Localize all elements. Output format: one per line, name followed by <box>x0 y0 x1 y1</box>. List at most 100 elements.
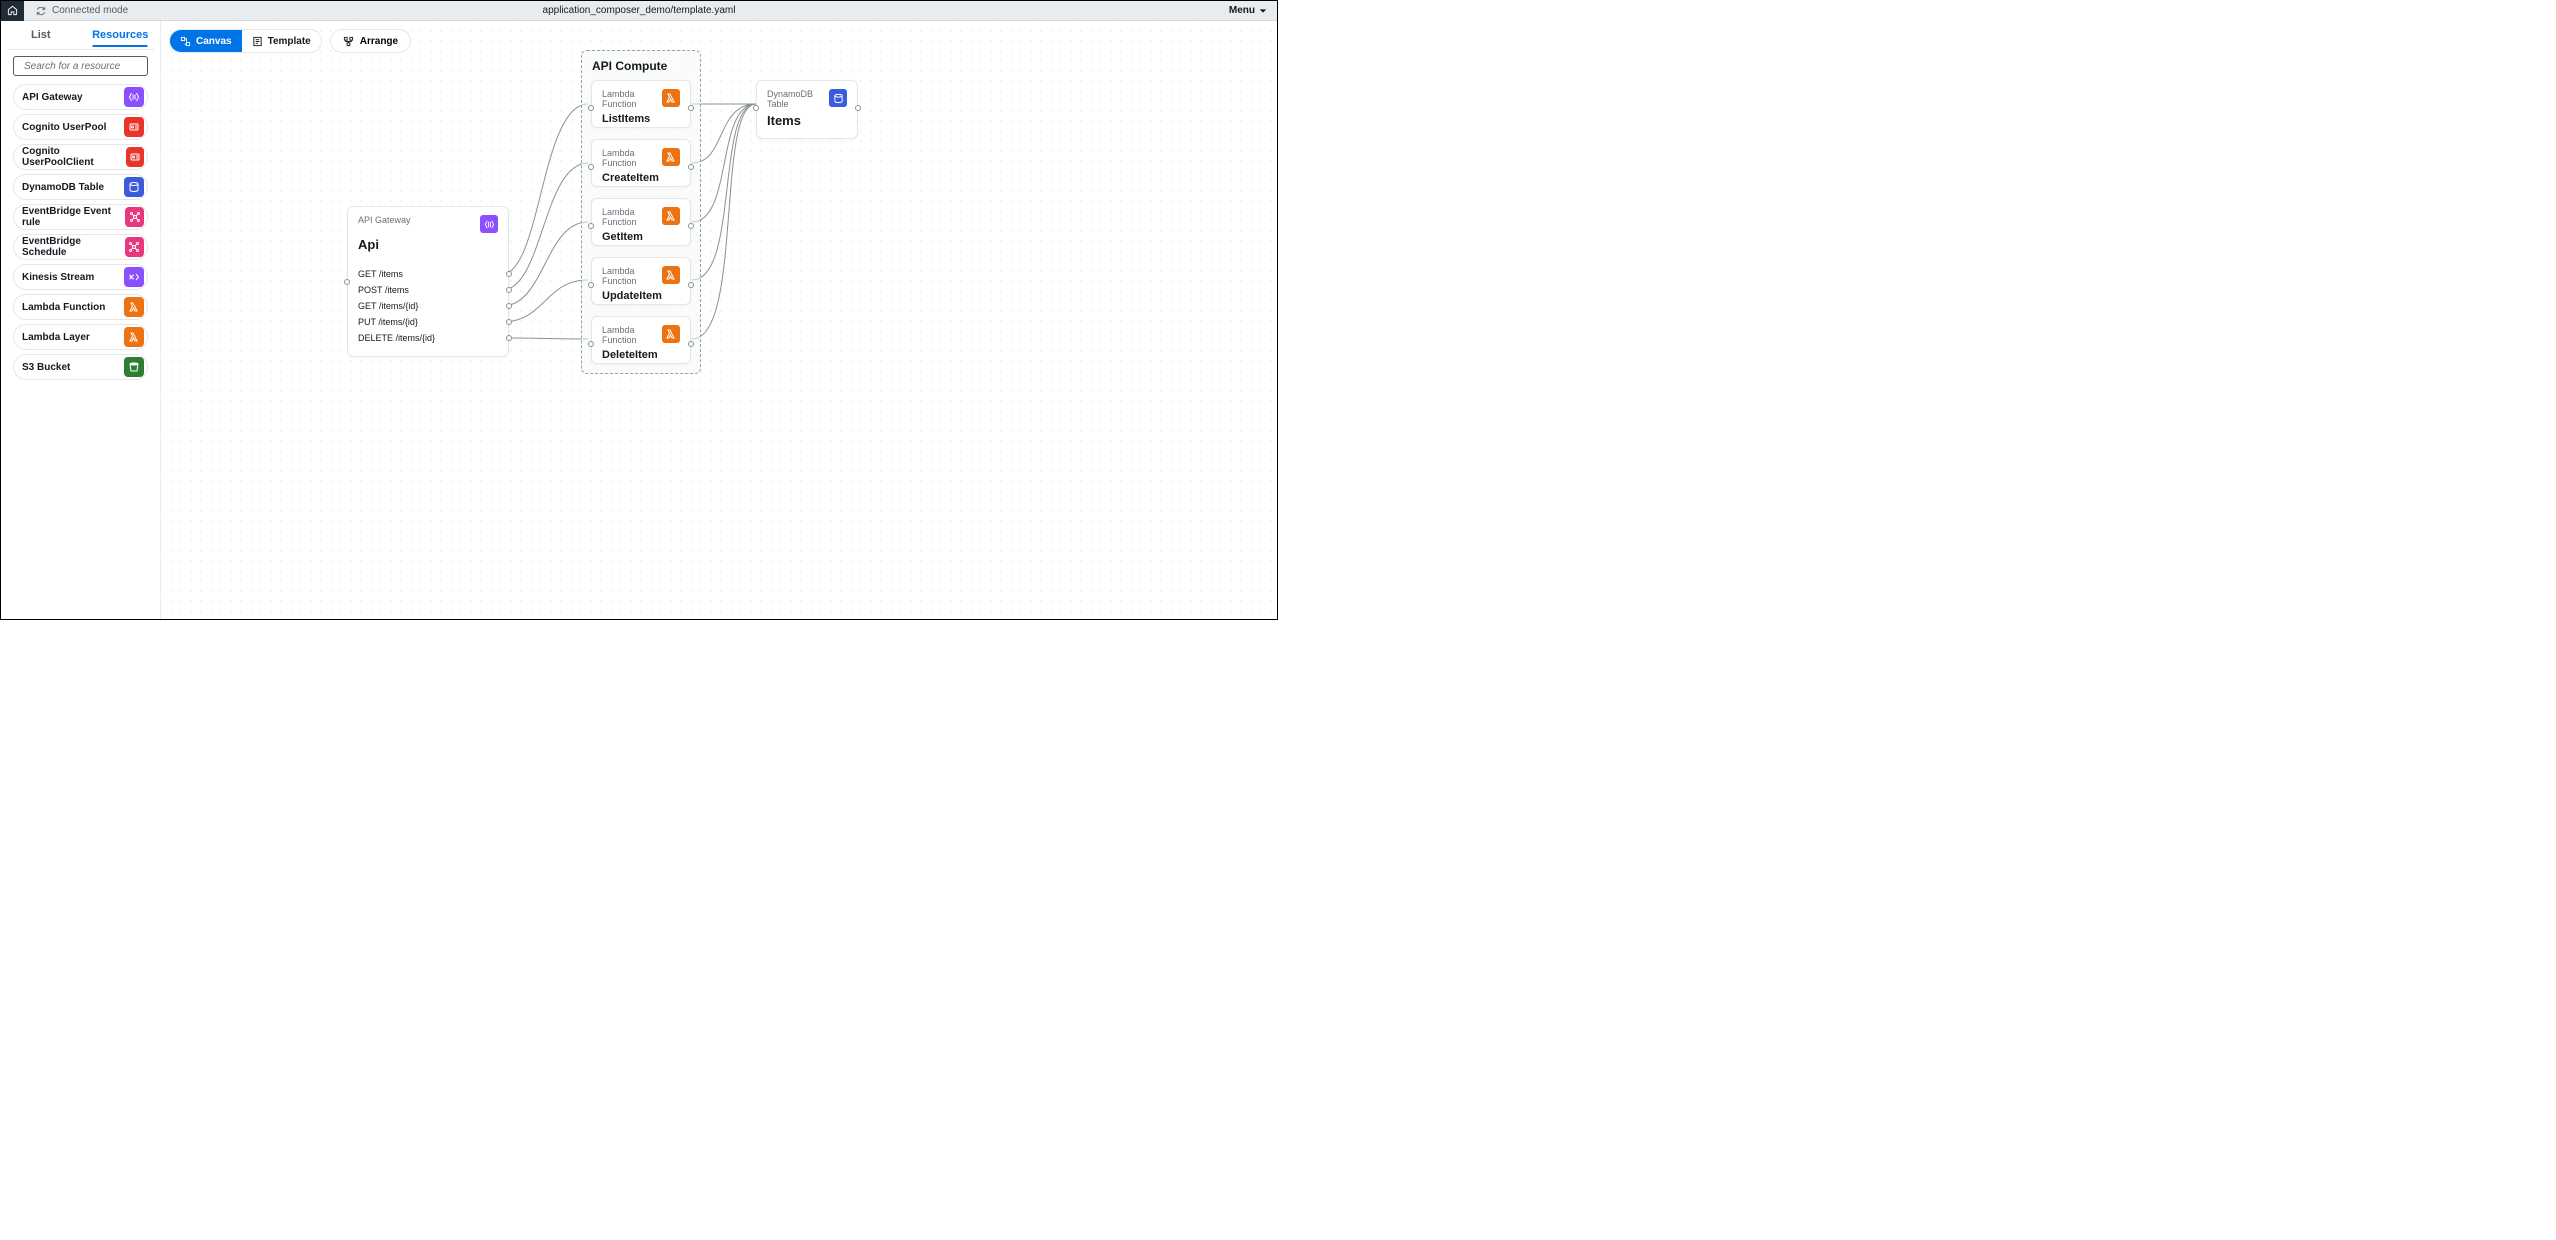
lambda-icon <box>662 148 680 166</box>
node-type-label: Lambda Function <box>602 148 662 168</box>
connected-mode-indicator[interactable]: Connected mode <box>36 5 128 16</box>
output-port[interactable] <box>688 164 694 170</box>
resource-label: S3 Bucket <box>22 362 70 373</box>
resource-label: Lambda Layer <box>22 332 90 343</box>
node-title: GetItem <box>592 227 690 253</box>
output-port[interactable] <box>688 105 694 111</box>
tab-resources[interactable]: Resources <box>81 23 161 47</box>
s3-icon <box>124 357 144 377</box>
api-route[interactable]: GET /items <box>348 266 508 282</box>
resource-item[interactable]: Lambda Function <box>13 294 148 320</box>
route-label: PUT /items/{id} <box>358 317 418 327</box>
arrange-button[interactable]: Arrange <box>330 29 411 53</box>
template-view-button[interactable]: Template <box>242 30 321 52</box>
output-port[interactable] <box>506 319 512 325</box>
arrange-icon <box>343 36 354 47</box>
eventbridge-icon <box>125 207 144 227</box>
input-port[interactable] <box>753 105 759 111</box>
search-box[interactable] <box>13 56 148 76</box>
resource-item[interactable]: EventBridge Schedule <box>13 234 148 260</box>
sync-icon <box>36 6 46 16</box>
resource-label: Lambda Function <box>22 302 105 313</box>
node-title: DeleteItem <box>592 345 690 371</box>
template-icon <box>252 36 263 47</box>
resource-label: API Gateway <box>22 92 83 103</box>
resource-label: Cognito UserPoolClient <box>22 146 126 168</box>
canvas-view-label: Canvas <box>196 36 232 47</box>
resource-label: Cognito UserPool <box>22 122 106 133</box>
output-port[interactable] <box>506 271 512 277</box>
lambda-icon <box>662 266 680 284</box>
tab-list[interactable]: List <box>1 23 81 47</box>
node-lambda-function[interactable]: Lambda Function DeleteItem <box>591 316 691 364</box>
api-gateway-icon <box>124 87 144 107</box>
resource-list: API Gateway Cognito UserPool Cognito Use… <box>1 84 160 619</box>
node-title: Api <box>348 233 508 262</box>
output-port[interactable] <box>688 282 694 288</box>
input-port[interactable] <box>588 282 594 288</box>
node-type-label: Lambda Function <box>602 266 662 286</box>
node-lambda-function[interactable]: Lambda Function UpdateItem <box>591 257 691 305</box>
lambda-icon <box>124 297 144 317</box>
api-route[interactable]: DELETE /items/{id} <box>348 330 508 346</box>
route-label: GET /items <box>358 269 403 279</box>
resource-label: EventBridge Schedule <box>22 236 125 258</box>
output-port[interactable] <box>855 105 861 111</box>
resource-item[interactable]: DynamoDB Table <box>13 174 148 200</box>
caret-down-icon <box>1259 7 1267 15</box>
resource-item[interactable]: EventBridge Event rule <box>13 204 148 230</box>
input-port[interactable] <box>588 223 594 229</box>
resource-label: EventBridge Event rule <box>22 206 125 228</box>
route-label: DELETE /items/{id} <box>358 333 435 343</box>
node-lambda-function[interactable]: Lambda Function GetItem <box>591 198 691 246</box>
home-button[interactable] <box>1 1 24 21</box>
api-routes-list: GET /items POST /items GET /items/{id} P… <box>348 262 508 356</box>
node-dynamodb-table[interactable]: DynamoDB Table Items <box>756 80 858 139</box>
dynamodb-icon <box>829 89 847 107</box>
api-route[interactable]: POST /items <box>348 282 508 298</box>
cognito-icon <box>124 117 144 137</box>
resource-item[interactable]: Kinesis Stream <box>13 264 148 290</box>
output-port[interactable] <box>688 223 694 229</box>
node-api-gateway[interactable]: API Gateway Api GET /items POST /items G… <box>347 206 509 357</box>
node-type-label: Lambda Function <box>602 89 662 109</box>
output-port[interactable] <box>506 303 512 309</box>
input-port[interactable] <box>588 164 594 170</box>
resource-item[interactable]: S3 Bucket <box>13 354 148 380</box>
menu-button[interactable]: Menu <box>1229 5 1267 16</box>
menu-label: Menu <box>1229 5 1255 16</box>
output-port[interactable] <box>688 341 694 347</box>
api-gateway-icon <box>480 215 498 233</box>
eventbridge-icon <box>125 237 144 257</box>
route-label: GET /items/{id} <box>358 301 418 311</box>
input-port[interactable] <box>588 341 594 347</box>
input-port[interactable] <box>588 105 594 111</box>
resource-item[interactable]: Lambda Layer <box>13 324 148 350</box>
connected-mode-label: Connected mode <box>52 5 128 16</box>
cognito-icon <box>126 147 144 167</box>
group-title: API Compute <box>582 51 700 73</box>
node-title: CreateItem <box>592 168 690 194</box>
api-route[interactable]: GET /items/{id} <box>348 298 508 314</box>
top-bar: Connected mode application_composer_demo… <box>1 1 1277 21</box>
resource-item[interactable]: Cognito UserPoolClient <box>13 144 148 170</box>
input-port[interactable] <box>344 279 350 285</box>
output-port[interactable] <box>506 335 512 341</box>
node-type-label: API Gateway <box>358 215 411 225</box>
resource-item[interactable]: API Gateway <box>13 84 148 110</box>
node-title: UpdateItem <box>592 286 690 312</box>
node-type-label: DynamoDB Table <box>767 89 829 109</box>
canvas-view-button[interactable]: Canvas <box>170 30 242 52</box>
resource-item[interactable]: Cognito UserPool <box>13 114 148 140</box>
lambda-icon <box>662 325 680 343</box>
canvas[interactable]: Canvas Template Arrange <box>161 21 1277 619</box>
node-lambda-function[interactable]: Lambda Function CreateItem <box>591 139 691 187</box>
sidebar-tabs: List Resources <box>1 21 160 49</box>
search-input[interactable] <box>24 61 158 72</box>
dynamodb-icon <box>124 177 144 197</box>
node-lambda-function[interactable]: Lambda Function ListItems <box>591 80 691 128</box>
template-view-label: Template <box>268 36 311 47</box>
output-port[interactable] <box>506 287 512 293</box>
api-route[interactable]: PUT /items/{id} <box>348 314 508 330</box>
resource-label: DynamoDB Table <box>22 182 104 193</box>
